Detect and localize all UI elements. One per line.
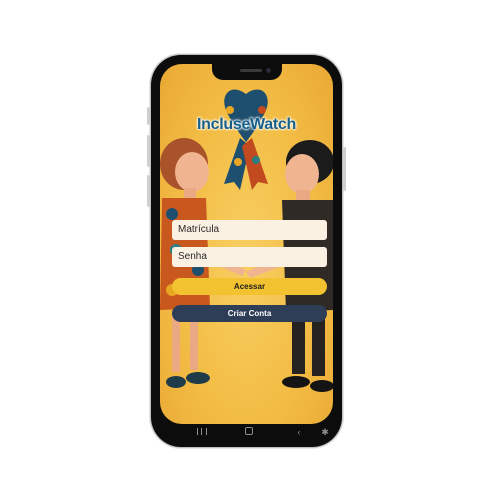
acessar-button[interactable]: Acessar: [172, 278, 327, 295]
app-title: IncluseWatch: [197, 116, 296, 133]
recent-apps-icon[interactable]: [195, 426, 209, 438]
notch: [212, 64, 282, 80]
home-icon[interactable]: [242, 426, 256, 438]
phone-frame: IncluseWatch Acessar Criar Conta ‹ ✱: [147, 55, 346, 447]
back-icon[interactable]: ‹: [292, 426, 306, 438]
puzzle-ribbon-icon: [224, 89, 268, 190]
volume-down-button: [147, 175, 150, 207]
matricula-field[interactable]: [172, 220, 327, 240]
speaker-grille: [240, 69, 262, 72]
front-camera: [266, 68, 271, 73]
senha-field[interactable]: [172, 247, 327, 267]
accessibility-icon[interactable]: ✱: [318, 426, 332, 438]
app-screen: IncluseWatch Acessar Criar Conta: [160, 64, 333, 424]
system-nav-bar: ‹ ✱: [160, 424, 333, 442]
criar-conta-button[interactable]: Criar Conta: [172, 305, 327, 322]
mute-switch: [147, 107, 150, 125]
volume-up-button: [147, 135, 150, 167]
power-button: [343, 147, 346, 191]
